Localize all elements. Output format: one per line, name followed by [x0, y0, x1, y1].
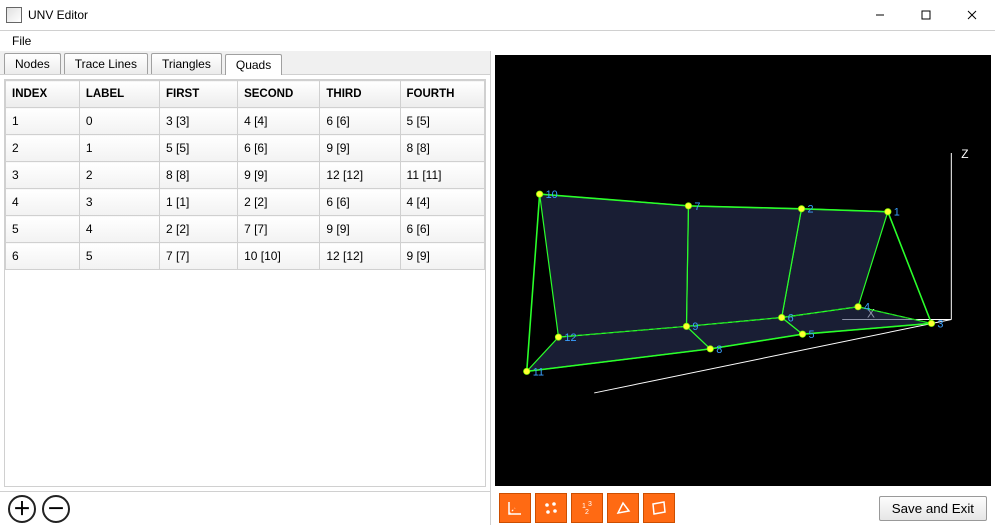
table-cell[interactable]: 3 — [6, 162, 80, 189]
table-cell[interactable]: 6 [6] — [400, 216, 484, 243]
table-cell[interactable]: 4 [4] — [238, 108, 320, 135]
table-cell[interactable]: 2 [2] — [160, 216, 238, 243]
table-cell[interactable]: 9 [9] — [320, 135, 400, 162]
table-cell[interactable]: 8 [8] — [160, 162, 238, 189]
menu-file[interactable]: File — [6, 32, 37, 50]
triangle-icon — [614, 499, 632, 517]
table-cell[interactable]: 1 [1] — [160, 189, 238, 216]
svg-text:11: 11 — [533, 366, 544, 378]
quads-table[interactable]: INDEXLABELFIRSTSECONDTHIRDFOURTH 103 [3]… — [4, 79, 486, 487]
svg-text:2: 2 — [807, 204, 813, 216]
table-cell[interactable]: 6 — [6, 243, 80, 270]
svg-text:3: 3 — [588, 501, 592, 508]
table-cell[interactable]: 1 — [79, 135, 159, 162]
table-cell[interactable]: 2 [2] — [238, 189, 320, 216]
right-footer: 132 Save and Exit — [491, 490, 995, 525]
save-and-exit-button[interactable]: Save and Exit — [879, 496, 987, 521]
svg-text:12: 12 — [564, 332, 576, 344]
column-header[interactable]: LABEL — [79, 81, 159, 108]
titlebar: UNV Editor — [0, 0, 995, 31]
table-cell[interactable]: 3 — [79, 189, 159, 216]
table-cell[interactable]: 0 — [79, 108, 159, 135]
tool-labels-button[interactable]: 132 — [571, 493, 603, 523]
table-row[interactable]: 542 [2]7 [7]9 [9]6 [6] — [6, 216, 485, 243]
table-cell[interactable]: 9 [9] — [238, 162, 320, 189]
column-header[interactable]: SECOND — [238, 81, 320, 108]
right-pane: ZX123456789101112 132 Save and Exit — [491, 51, 995, 525]
tab-nodes[interactable]: Nodes — [4, 53, 61, 74]
table-cell[interactable]: 6 [6] — [238, 135, 320, 162]
table-cell[interactable]: 4 — [79, 216, 159, 243]
labels-icon: 132 — [578, 499, 596, 517]
quad-icon — [650, 499, 668, 517]
table-cell[interactable]: 11 [11] — [400, 162, 484, 189]
tool-nodes-button[interactable] — [535, 493, 567, 523]
tool-axes-button[interactable] — [499, 493, 531, 523]
table-cell[interactable]: 7 [7] — [238, 216, 320, 243]
table-row[interactable]: 103 [3]4 [4]6 [6]5 [5] — [6, 108, 485, 135]
tab-quads[interactable]: Quads — [225, 54, 282, 75]
table-row[interactable]: 215 [5]6 [6]9 [9]8 [8] — [6, 135, 485, 162]
table-cell[interactable]: 5 [5] — [160, 135, 238, 162]
table-cell[interactable]: 7 [7] — [160, 243, 238, 270]
table-cell[interactable]: 9 [9] — [320, 216, 400, 243]
svg-text:8: 8 — [716, 344, 722, 356]
table-cell[interactable]: 2 — [6, 135, 80, 162]
column-header[interactable]: INDEX — [6, 81, 80, 108]
table-cell[interactable]: 8 [8] — [400, 135, 484, 162]
window-minimize-button[interactable] — [857, 0, 903, 30]
window-title: UNV Editor — [28, 8, 88, 22]
svg-text:10: 10 — [546, 189, 558, 201]
window-maximize-button[interactable] — [903, 0, 949, 30]
table-cell[interactable]: 5 — [79, 243, 159, 270]
left-footer: ＋ － — [0, 491, 490, 525]
svg-text:9: 9 — [692, 321, 698, 333]
column-header[interactable]: THIRD — [320, 81, 400, 108]
add-row-button[interactable]: ＋ — [8, 495, 36, 523]
app-icon — [6, 7, 22, 23]
svg-text:6: 6 — [788, 312, 794, 324]
tool-quads-button[interactable] — [643, 493, 675, 523]
viewport-3d[interactable]: ZX123456789101112 — [495, 55, 991, 486]
table-cell[interactable]: 12 [12] — [320, 243, 400, 270]
nodes-icon — [542, 499, 560, 517]
column-header[interactable]: FOURTH — [400, 81, 484, 108]
table-cell[interactable]: 10 [10] — [238, 243, 320, 270]
table-cell[interactable]: 1 — [6, 108, 80, 135]
svg-text:2: 2 — [585, 509, 589, 516]
table-cell[interactable]: 3 [3] — [160, 108, 238, 135]
table-cell[interactable]: 4 — [6, 189, 80, 216]
table-row[interactable]: 657 [7]10 [10]12 [12]9 [9] — [6, 243, 485, 270]
table-cell[interactable]: 2 — [79, 162, 159, 189]
table-cell[interactable]: 4 [4] — [400, 189, 484, 216]
table-row[interactable]: 431 [1]2 [2]6 [6]4 [4] — [6, 189, 485, 216]
svg-text:4: 4 — [864, 302, 870, 314]
table-cell[interactable]: 9 [9] — [400, 243, 484, 270]
menubar: File — [0, 31, 995, 51]
table-cell[interactable]: 12 [12] — [320, 162, 400, 189]
tab-triangles[interactable]: Triangles — [151, 53, 222, 74]
left-pane: Nodes Trace Lines Triangles Quads INDEXL… — [0, 51, 491, 525]
window-close-button[interactable] — [949, 0, 995, 30]
plus-icon: ＋ — [13, 500, 31, 518]
minus-icon: － — [47, 500, 65, 518]
tabs: Nodes Trace Lines Triangles Quads — [0, 51, 490, 75]
svg-text:1: 1 — [894, 207, 900, 219]
table-row[interactable]: 328 [8]9 [9]12 [12]11 [11] — [6, 162, 485, 189]
tool-triangles-button[interactable] — [607, 493, 639, 523]
table-cell[interactable]: 6 [6] — [320, 108, 400, 135]
svg-text:5: 5 — [808, 329, 814, 341]
svg-text:3: 3 — [937, 318, 943, 330]
svg-text:Z: Z — [961, 147, 968, 161]
table-cell[interactable]: 6 [6] — [320, 189, 400, 216]
table-cell[interactable]: 5 [5] — [400, 108, 484, 135]
svg-text:7: 7 — [694, 201, 700, 213]
tab-tracelines[interactable]: Trace Lines — [64, 53, 148, 74]
table-cell[interactable]: 5 — [6, 216, 80, 243]
remove-row-button[interactable]: － — [42, 495, 70, 523]
axes-icon — [506, 499, 524, 517]
column-header[interactable]: FIRST — [160, 81, 238, 108]
